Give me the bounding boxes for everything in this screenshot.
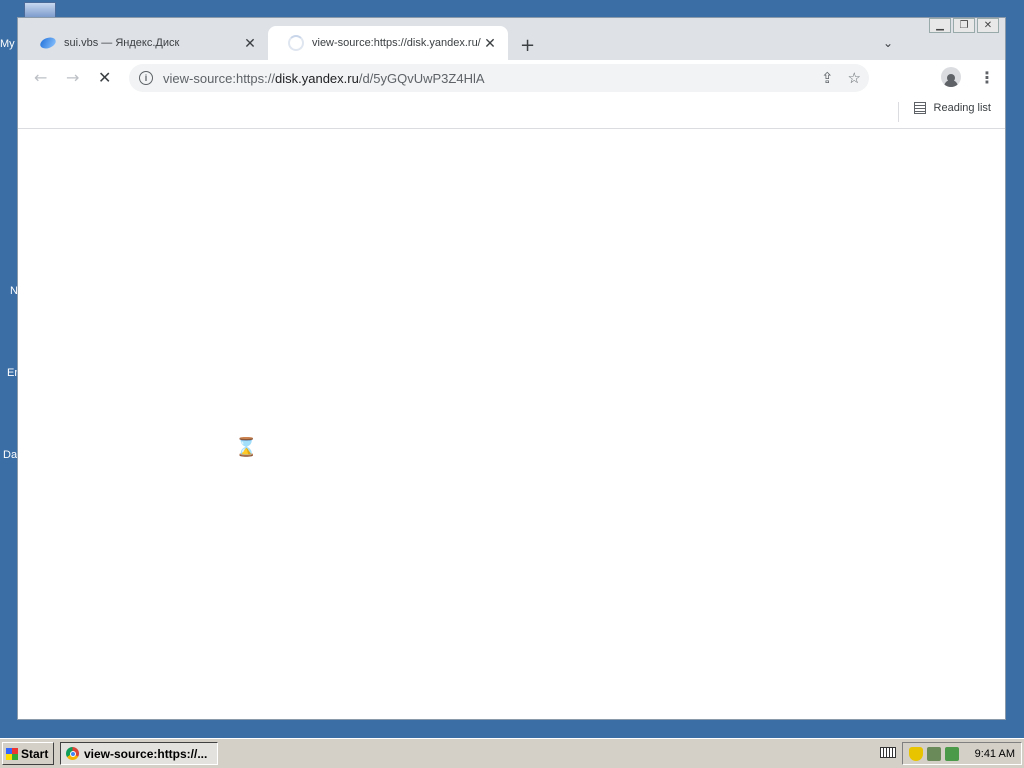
taskbar-item-label: view-source:https://... xyxy=(84,746,208,761)
desktop-icon[interactable] xyxy=(24,2,56,18)
address-bar[interactable]: i view-source:https://disk.yandex.ru/d/5… xyxy=(129,64,869,92)
new-tab-button[interactable]: + xyxy=(520,35,535,56)
tab-search-chevron-icon[interactable]: ⌄ xyxy=(883,36,893,50)
desktop-label: Da xyxy=(3,449,18,461)
yandex-disk-icon xyxy=(38,35,58,51)
taskbar: Start view-source:https://... 9:41 AM xyxy=(0,738,1024,768)
taskbar-item-chrome[interactable]: view-source:https://... xyxy=(60,742,218,765)
page-content[interactable]: ⌛ xyxy=(18,129,1005,719)
close-icon[interactable]: ✕ xyxy=(482,35,498,51)
keyboard-icon[interactable] xyxy=(880,747,896,758)
windows-logo-icon xyxy=(6,747,18,760)
system-tray: 9:41 AM xyxy=(902,742,1022,765)
start-label: Start xyxy=(21,746,49,761)
network-icon[interactable] xyxy=(927,746,941,761)
tab-view-source[interactable]: view-source:https://disk.yandex.ru/ ✕ xyxy=(268,26,508,60)
browser-toolbar: ← → ✕ i view-source:https://disk.yandex.… xyxy=(18,60,1005,96)
busy-cursor-icon: ⌛ xyxy=(235,437,258,458)
tab-title: sui.vbs — Яндекс.Диск xyxy=(64,37,180,49)
clock[interactable]: 9:41 AM xyxy=(975,748,1015,760)
profile-avatar-icon[interactable] xyxy=(941,67,961,87)
tray-app-icon[interactable] xyxy=(945,746,959,761)
start-button[interactable]: Start xyxy=(2,742,54,765)
bookmarks-bar: Reading list xyxy=(18,96,1005,129)
tab-strip: sui.vbs — Яндекс.Диск ✕ view-source:http… xyxy=(18,24,1005,60)
bookmark-star-icon[interactable]: ☆ xyxy=(848,69,861,87)
omnibox-actions: ⇪ ☆ xyxy=(821,69,861,87)
back-arrow-icon[interactable]: ← xyxy=(34,68,47,87)
url-text[interactable]: view-source:https://disk.yandex.ru/d/5yG… xyxy=(163,71,485,86)
shield-icon[interactable] xyxy=(909,746,923,761)
bookmarks-separator xyxy=(898,102,899,122)
reading-list-icon xyxy=(913,102,926,114)
forward-arrow-icon[interactable]: → xyxy=(66,68,79,87)
reading-list-label: Reading list xyxy=(933,102,991,114)
desktop-label: My xyxy=(0,38,15,50)
chrome-icon xyxy=(66,747,79,760)
stop-loading-icon[interactable]: ✕ xyxy=(98,68,111,87)
tab-yandex-disk[interactable]: sui.vbs — Яндекс.Диск ✕ xyxy=(20,26,268,60)
share-icon[interactable]: ⇪ xyxy=(821,69,834,87)
reading-list-button[interactable]: Reading list xyxy=(913,102,991,114)
close-icon[interactable]: ✕ xyxy=(242,35,258,51)
browser-window: ▁ ❐ ✕ sui.vbs — Яндекс.Диск ✕ view-sourc… xyxy=(17,17,1006,720)
loading-spinner-icon xyxy=(288,35,304,51)
site-info-icon[interactable]: i xyxy=(139,71,153,85)
tab-title: view-source:https://disk.yandex.ru/ xyxy=(312,37,481,49)
menu-kebab-icon[interactable]: ⋮ xyxy=(979,68,995,87)
toolbar-right: ⋮ xyxy=(941,67,995,87)
